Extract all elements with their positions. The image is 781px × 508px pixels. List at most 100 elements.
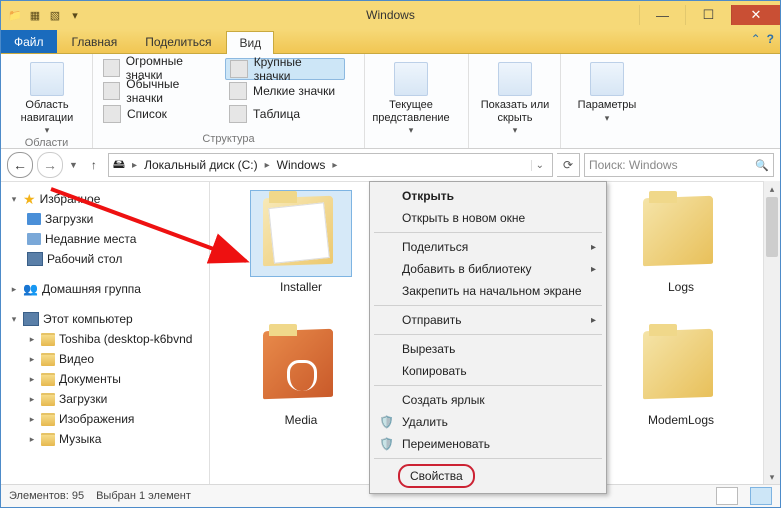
ctx-rename[interactable]: 🛡️Переименовать <box>372 433 604 455</box>
ctx-copy[interactable]: Копировать <box>372 360 604 382</box>
folder-item-installer[interactable]: Installer <box>236 191 366 294</box>
titlebar: 📁 ▦ ▧ ▾ Windows — ☐ ✕ <box>1 1 780 29</box>
tree-item[interactable]: ▸Изображения <box>5 409 205 429</box>
tiles-icon <box>103 59 120 77</box>
folder-icon <box>631 191 731 276</box>
ctx-pin-start[interactable]: Закрепить на начальном экране <box>372 280 604 302</box>
folder-icon: 📁 <box>7 7 23 23</box>
forward-button[interactable]: → <box>37 152 63 178</box>
chevron-down-icon: ▾ <box>605 113 610 123</box>
folder-icon <box>41 433 55 446</box>
chevron-right-icon[interactable]: ▸ <box>129 160 140 171</box>
refresh-button[interactable]: ⟳ <box>557 153 580 177</box>
tab-file[interactable]: Файл <box>1 30 57 53</box>
folder-icon <box>631 324 731 409</box>
up-button[interactable]: ↑ <box>84 155 104 175</box>
search-input[interactable]: Поиск: Windows 🔍 <box>584 153 774 177</box>
tab-home[interactable]: Главная <box>59 30 131 53</box>
current-view-button[interactable]: Текущее представление ▾ <box>371 58 451 136</box>
scroll-down-icon[interactable]: ▾ <box>764 469 780 485</box>
tiles-icon <box>230 60 248 78</box>
tree-item[interactable]: ▸Видео <box>5 349 205 369</box>
chevron-right-icon[interactable]: ▸ <box>329 160 340 171</box>
downloads-icon <box>27 213 41 225</box>
layout-list[interactable]: Список <box>99 104 219 124</box>
tree-homegroup[interactable]: ▸👥Домашняя группа <box>5 279 205 299</box>
folder-item-modemlogs[interactable]: ModemLogs <box>616 324 746 427</box>
tree-favorites[interactable]: ▾★Избранное <box>5 189 205 209</box>
columns-icon <box>394 62 428 96</box>
tree-item[interactable]: ▸Загрузки <box>5 389 205 409</box>
history-dropdown[interactable]: ▼ <box>67 160 80 170</box>
window-title: Windows <box>366 8 415 22</box>
tree-item[interactable]: ▸Музыка <box>5 429 205 449</box>
minimize-button[interactable]: — <box>639 5 685 25</box>
breadcrumb-segment[interactable]: Локальный диск (C:) <box>144 158 258 172</box>
address-bar[interactable]: 🖴 ▸ Локальный диск (C:) ▸ Windows ▸ ⌄ <box>108 153 553 177</box>
checkbox-icon <box>498 62 532 96</box>
options-button[interactable]: Параметры ▾ <box>567 58 647 123</box>
status-count: Элементов: 95 <box>9 490 84 502</box>
ribbon-collapse-icon[interactable]: ⌃ <box>751 32 761 46</box>
ribbon-tabs: Файл Главная Поделиться Вид ⌃ ? <box>1 29 780 54</box>
help-icon[interactable]: ? <box>767 32 774 46</box>
show-hide-button[interactable]: Показать или скрыть ▾ <box>475 58 555 136</box>
pc-icon <box>23 312 39 326</box>
options-icon <box>590 62 624 96</box>
scroll-thumb[interactable] <box>766 197 778 257</box>
ctx-send-to[interactable]: Отправить▸ <box>372 309 604 331</box>
scroll-up-icon[interactable]: ▴ <box>764 181 780 197</box>
layout-small[interactable]: Мелкие значки <box>225 81 345 101</box>
tree-item[interactable]: ▸Документы <box>5 369 205 389</box>
ctx-open-new[interactable]: Открыть в новом окне <box>372 207 604 229</box>
list-icon <box>103 105 121 123</box>
ctx-open[interactable]: Открыть <box>372 185 604 207</box>
layout-medium[interactable]: Обычные значки <box>99 81 219 101</box>
nav-tree[interactable]: ▾★Избранное Загрузки Недавние места Рабо… <box>1 181 210 485</box>
qat-props-icon[interactable]: ▦ <box>27 7 43 23</box>
status-selected: Выбран 1 элемент <box>96 490 191 502</box>
breadcrumb-segment[interactable]: Windows <box>277 158 326 172</box>
tree-item[interactable]: ▸Toshiba (desktop-k6bvnd <box>5 329 205 349</box>
scrollbar-vertical[interactable]: ▴ ▾ <box>763 181 780 485</box>
qat-newfolder-icon[interactable]: ▧ <box>47 7 63 23</box>
collapse-icon[interactable]: ▾ <box>9 194 19 205</box>
layout-table[interactable]: Таблица <box>225 104 345 124</box>
collapse-icon[interactable]: ▾ <box>9 314 19 325</box>
desktop-icon <box>27 252 43 266</box>
nav-pane-button[interactable]: Область навигации ▾ <box>7 58 87 136</box>
maximize-button[interactable]: ☐ <box>685 5 731 25</box>
close-button[interactable]: ✕ <box>731 5 780 25</box>
chevron-right-icon[interactable]: ▸ <box>262 160 273 171</box>
tab-view[interactable]: Вид <box>226 31 274 54</box>
folder-icon <box>41 413 55 426</box>
ctx-share[interactable]: Поделиться▸ <box>372 236 604 258</box>
ctx-shortcut[interactable]: Создать ярлык <box>372 389 604 411</box>
view-large-button[interactable] <box>750 487 772 505</box>
tree-item[interactable]: Загрузки <box>5 209 205 229</box>
context-menu: Открыть Открыть в новом окне Поделиться▸… <box>369 181 607 494</box>
ctx-delete[interactable]: 🛡️Удалить <box>372 411 604 433</box>
back-button[interactable]: ← <box>7 152 33 178</box>
layout-extralarge[interactable]: Огромные значки <box>99 58 219 78</box>
folder-item-media[interactable]: Media <box>236 324 366 427</box>
tree-item[interactable]: Недавние места <box>5 229 205 249</box>
star-icon: ★ <box>23 191 36 208</box>
tree-thispc[interactable]: ▾Этот компьютер <box>5 309 205 329</box>
ctx-add-library[interactable]: Добавить в библиотеку▸ <box>372 258 604 280</box>
address-dropdown[interactable]: ⌄ <box>531 160 548 171</box>
folder-item-logs[interactable]: Logs <box>616 191 746 294</box>
tree-item[interactable]: Рабочий стол <box>5 249 205 269</box>
ctx-properties[interactable]: Свойства <box>398 464 475 488</box>
qat-dropdown-icon[interactable]: ▾ <box>67 7 83 23</box>
chevron-down-icon: ▾ <box>45 125 50 135</box>
shield-icon: 🛡️ <box>379 437 393 451</box>
tab-share[interactable]: Поделиться <box>132 30 224 53</box>
ribbon: Область навигации ▾ Области Огромные зна… <box>1 54 780 149</box>
view-details-button[interactable] <box>716 487 738 505</box>
group-label: Области <box>7 136 86 150</box>
ctx-cut[interactable]: Вырезать <box>372 338 604 360</box>
nav-pane-icon <box>30 62 64 96</box>
folder-icon <box>41 373 55 386</box>
layout-large[interactable]: Крупные значки <box>225 58 345 80</box>
